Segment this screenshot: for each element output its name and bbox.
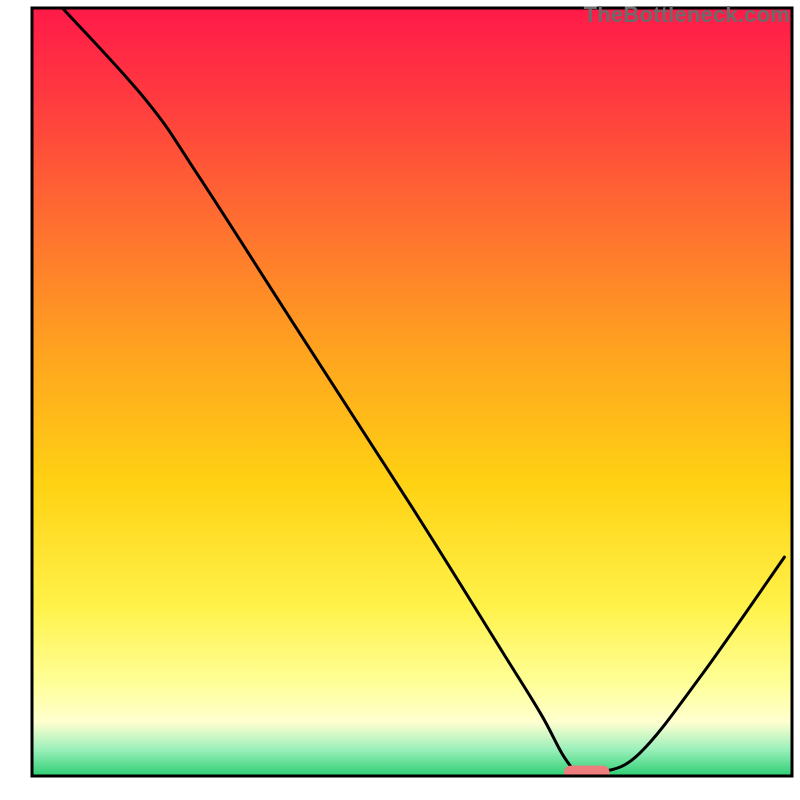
bottleneck-chart bbox=[0, 0, 800, 800]
chart-container: TheBottleneck.com bbox=[0, 0, 800, 800]
watermark-text: TheBottleneck.com bbox=[584, 2, 790, 28]
